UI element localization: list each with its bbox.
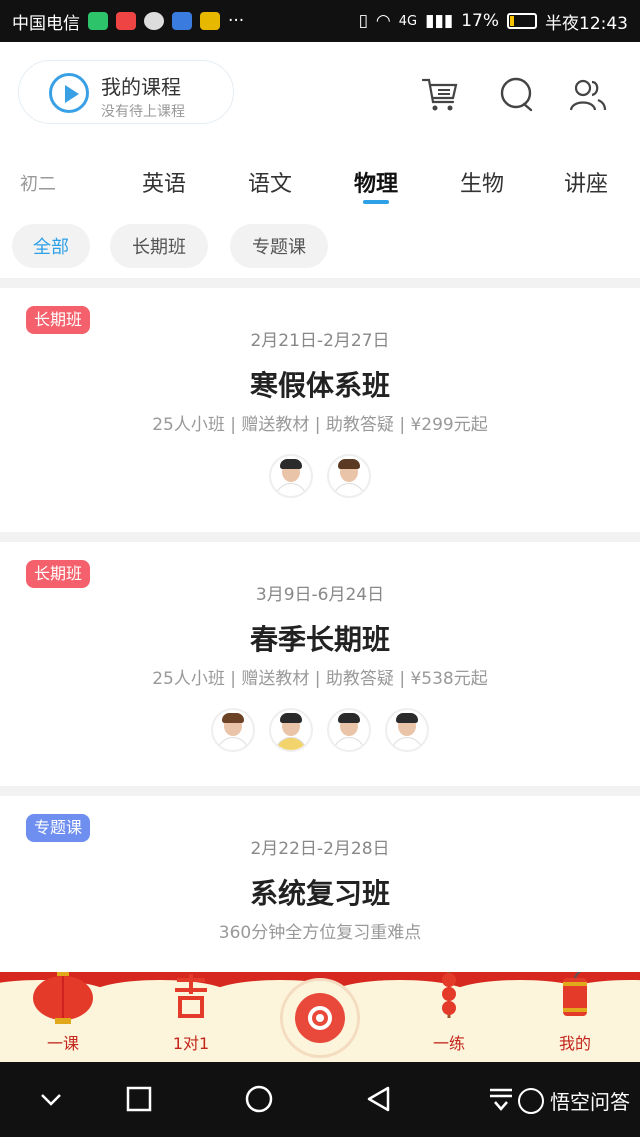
- recent-apps-icon[interactable]: [124, 1084, 154, 1114]
- nav-one-on-one[interactable]: 1对1: [146, 972, 236, 1062]
- chevron-down-icon[interactable]: [36, 1084, 66, 1114]
- filter-all[interactable]: 全部: [12, 224, 90, 268]
- course-title: 寒假体系班: [249, 369, 390, 402]
- course-date: 2月22日-2月28日: [250, 839, 390, 859]
- course-card[interactable]: 长期班 2月21日-2月27日 寒假体系班 25人小班 | 赠送教材 | 助教答…: [0, 288, 640, 532]
- network-label: 4G: [398, 13, 418, 29]
- my-courses-button[interactable]: 我的课程 没有待上课程: [18, 60, 234, 124]
- message-icon[interactable]: [496, 74, 536, 114]
- watermark-text: 悟空问答: [550, 1090, 630, 1114]
- nav-label: 我的: [558, 1034, 591, 1053]
- firecracker-icon: [563, 972, 587, 1016]
- tab-biology[interactable]: 生物: [460, 166, 504, 198]
- nav-mine[interactable]: 我的: [530, 972, 620, 1062]
- home-icon[interactable]: [244, 1084, 274, 1114]
- app-icon: [116, 12, 136, 30]
- avatar: [211, 708, 255, 752]
- avatar: [385, 708, 429, 752]
- camera-button[interactable]: [280, 978, 360, 1058]
- play-icon: [49, 73, 89, 113]
- course-title: 系统复习班: [249, 877, 390, 910]
- teacher-avatars: [0, 454, 640, 498]
- bottom-nav: 一课 1对1 一练 我的: [0, 972, 640, 1062]
- avatar: [269, 454, 313, 498]
- tab-physics[interactable]: 物理: [354, 166, 398, 198]
- my-courses-subtitle: 没有待上课程: [101, 104, 185, 120]
- carrier-label: 中国电信: [12, 13, 80, 34]
- grade-selector[interactable]: 初二: [20, 170, 56, 196]
- course-features: 25人小班 | 赠送教材 | 助教答疑 | ¥299元起: [152, 415, 488, 435]
- course-card[interactable]: 长期班 3月9日-6月24日 春季长期班 25人小班 | 赠送教材 | 助教答疑…: [0, 542, 640, 786]
- system-nav-bar: 悟空问答: [0, 1062, 640, 1137]
- nav-label: 一练: [432, 1034, 465, 1053]
- tab-chinese[interactable]: 语文: [248, 166, 292, 198]
- wechat-icon: [88, 12, 108, 30]
- avatar: [269, 708, 313, 752]
- camera-icon: [295, 993, 345, 1043]
- user-icon[interactable]: [568, 74, 608, 114]
- spring-character-icon: [175, 974, 207, 1018]
- signal-icon: ▮▮▮: [425, 11, 454, 31]
- battery-icon: [507, 13, 537, 29]
- course-title: 春季长期班: [249, 623, 390, 656]
- my-courses-title: 我的课程: [101, 75, 181, 99]
- nav-practice[interactable]: 一练: [404, 972, 494, 1062]
- app-icon: [144, 12, 164, 30]
- cart-icon[interactable]: [420, 74, 460, 114]
- active-tab-indicator: [363, 200, 389, 204]
- course-date: 3月9日-6月24日: [255, 585, 385, 605]
- status-bar: 中国电信 ··· ▯ ◠ 4G ▮▮▮ 17% 半夜12:43: [0, 0, 640, 42]
- tab-lectures[interactable]: 讲座: [564, 166, 608, 198]
- course-features: 360分钟全方位复习重难点: [218, 923, 422, 943]
- watermark: 悟空问答: [518, 1086, 630, 1115]
- course-date: 2月21日-2月27日: [250, 331, 390, 351]
- lantern-icon: [33, 972, 93, 1024]
- time-label: 半夜12:43: [545, 13, 628, 34]
- course-features: 25人小班 | 赠送教材 | 助教答疑 | ¥538元起: [152, 669, 488, 689]
- subject-tabs: 初二 英语 语文 物理 生物 讲座: [0, 150, 640, 216]
- filter-bar: 全部 长期班 专题课: [0, 216, 640, 278]
- battery-percent: 17%: [461, 11, 499, 31]
- course-card[interactable]: 专题课 2月22日-2月28日 系统复习班 360分钟全方位复习重难点: [0, 796, 640, 996]
- wukong-logo-icon: [518, 1087, 544, 1114]
- more-icon: ···: [228, 11, 245, 31]
- back-icon[interactable]: [364, 1084, 394, 1114]
- lock-icon: [172, 12, 192, 30]
- filter-long-term[interactable]: 长期班: [110, 224, 208, 268]
- candied-fruit-icon: [442, 972, 456, 1018]
- teacher-avatars: [0, 708, 640, 752]
- nav-label: 1对1: [172, 1034, 210, 1053]
- nav-lesson[interactable]: 一课: [18, 972, 108, 1062]
- nav-label: 一课: [46, 1034, 79, 1053]
- tab-english[interactable]: 英语: [142, 166, 186, 198]
- filter-topic[interactable]: 专题课: [230, 224, 328, 268]
- app-header: 我的课程 没有待上课程: [0, 42, 640, 150]
- avatar: [327, 454, 371, 498]
- wifi-icon: ◠: [375, 11, 391, 31]
- notification-icon[interactable]: [486, 1084, 516, 1114]
- vibrate-icon: ▯: [358, 11, 368, 31]
- star-icon: [200, 12, 220, 30]
- avatar: [327, 708, 371, 752]
